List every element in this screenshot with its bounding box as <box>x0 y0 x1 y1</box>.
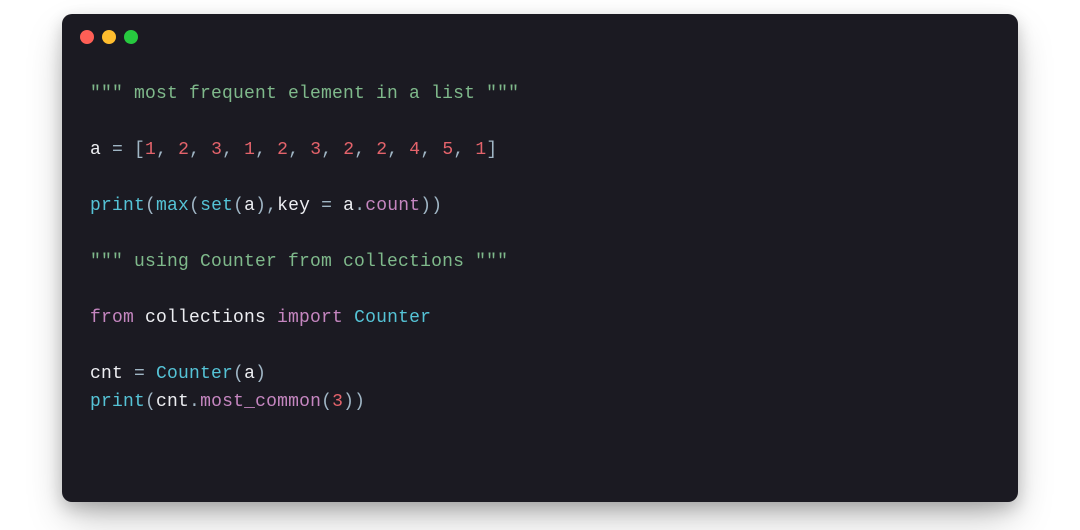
docstring-text: using Counter from collections <box>123 252 475 272</box>
number-literal: 2 <box>178 140 189 160</box>
paren-close: ) <box>255 196 266 216</box>
number-literal: 1 <box>244 140 255 160</box>
dot: . <box>354 196 365 216</box>
module-collections: collections <box>134 308 277 328</box>
zoom-icon[interactable] <box>124 30 138 44</box>
operator-assign: = <box>310 196 343 216</box>
number-literal: 3 <box>211 140 222 160</box>
identifier-a: a <box>90 140 101 160</box>
identifier-a: a <box>244 196 255 216</box>
kwarg-key: key <box>277 196 310 216</box>
paren-close: ) <box>255 364 266 384</box>
method-count: count <box>365 196 420 216</box>
comma: , <box>288 140 310 160</box>
identifier-cnt: cnt <box>156 392 189 412</box>
builtin-print: print <box>90 392 145 412</box>
bracket-open: [ <box>134 140 145 160</box>
close-icon[interactable] <box>80 30 94 44</box>
dot: . <box>189 392 200 412</box>
keyword-from: from <box>90 308 134 328</box>
minimize-icon[interactable] <box>102 30 116 44</box>
paren-open: ( <box>145 196 156 216</box>
number-literal: 2 <box>277 140 288 160</box>
paren-open: ( <box>233 196 244 216</box>
docstring-text: most frequent element in a list <box>123 84 486 104</box>
paren-open: ( <box>189 196 200 216</box>
comma: , <box>156 140 178 160</box>
paren-open: ( <box>145 392 156 412</box>
number-literal: 2 <box>343 140 354 160</box>
docstring-quote: """ <box>90 252 123 272</box>
docstring-quote: """ <box>475 252 508 272</box>
comma: , <box>354 140 376 160</box>
comma: , <box>189 140 211 160</box>
comma: , <box>255 140 277 160</box>
builtin-set: set <box>200 196 233 216</box>
identifier-a: a <box>343 196 354 216</box>
paren-open: ( <box>233 364 244 384</box>
code-block: """ most frequent element in a list """ … <box>62 60 1018 440</box>
operator-assign: = <box>101 140 134 160</box>
identifier-cnt: cnt <box>90 364 123 384</box>
class-counter: Counter <box>156 364 233 384</box>
titlebar <box>62 14 1018 60</box>
method-most-common: most_common <box>200 392 321 412</box>
class-counter: Counter <box>343 308 431 328</box>
paren-close: ) <box>354 392 365 412</box>
paren-close: ) <box>420 196 431 216</box>
comma: , <box>387 140 409 160</box>
paren-close: ) <box>343 392 354 412</box>
paren-open: ( <box>321 392 332 412</box>
comma: , <box>453 140 475 160</box>
comma: , <box>266 196 277 216</box>
builtin-max: max <box>156 196 189 216</box>
bracket-close: ] <box>486 140 497 160</box>
comma: , <box>222 140 244 160</box>
builtin-print: print <box>90 196 145 216</box>
number-literal: 1 <box>145 140 156 160</box>
docstring-quote: """ <box>486 84 519 104</box>
number-literal: 3 <box>310 140 321 160</box>
number-literal: 5 <box>442 140 453 160</box>
number-literal: 3 <box>332 392 343 412</box>
docstring-quote: """ <box>90 84 123 104</box>
operator-assign: = <box>123 364 156 384</box>
paren-close: ) <box>431 196 442 216</box>
comma: , <box>321 140 343 160</box>
number-literal: 2 <box>376 140 387 160</box>
comma: , <box>420 140 442 160</box>
identifier-a: a <box>244 364 255 384</box>
number-literal: 4 <box>409 140 420 160</box>
keyword-import: import <box>277 308 343 328</box>
code-card: """ most frequent element in a list """ … <box>62 14 1018 502</box>
number-literal: 1 <box>475 140 486 160</box>
